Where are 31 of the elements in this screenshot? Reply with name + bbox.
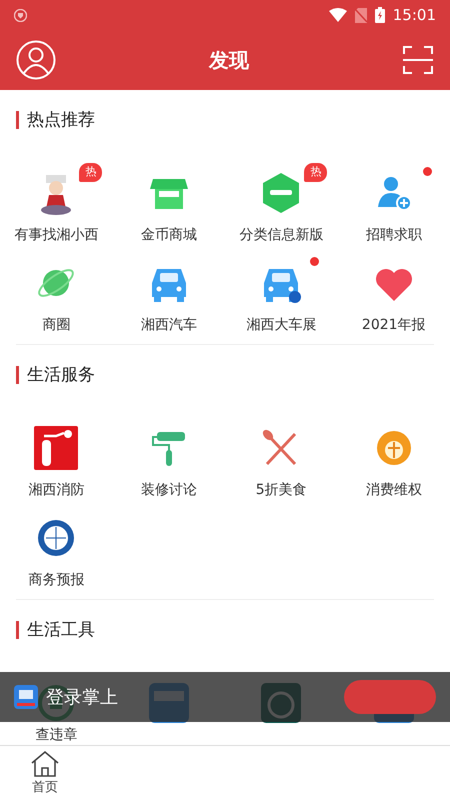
- shield-icon: [14, 8, 27, 22]
- battery-icon: [374, 7, 385, 23]
- hot-tag: 热: [79, 163, 102, 182]
- feature-link[interactable]: 湘西消防: [28, 480, 84, 501]
- wifi-icon: [328, 8, 347, 22]
- no-sim-icon: [354, 8, 367, 22]
- tab[interactable]: 首页: [0, 746, 90, 800]
- scan-icon[interactable]: [402, 44, 434, 76]
- feature-link[interactable]: 2021年报: [362, 315, 426, 336]
- feature-link[interactable]: 查违章: [35, 727, 78, 744]
- feature-link[interactable]: 招聘求职: [366, 225, 422, 246]
- section-title: 热点推荐: [16, 111, 434, 129]
- section-title: 生活工具: [16, 621, 434, 639]
- app-logo-icon: [14, 685, 38, 709]
- feature-link[interactable]: 商务预报: [28, 570, 84, 591]
- feature-link[interactable]: 金币商城: [140, 225, 197, 246]
- feature-link[interactable]: 有事找湘小西: [14, 225, 98, 246]
- login-prompt: 登录掌上: [46, 686, 118, 710]
- feature-link[interactable]: 商圈: [42, 315, 70, 336]
- feature-link[interactable]: 消费维权: [366, 480, 422, 501]
- home-icon: [30, 750, 60, 778]
- avatar-icon[interactable]: [16, 40, 56, 80]
- feature-link[interactable]: 湘西大车展: [246, 315, 316, 336]
- feature-link[interactable]: 湘西汽车: [140, 315, 197, 336]
- section-title: 生活服务: [16, 366, 434, 384]
- hot-tag: 热: [304, 163, 328, 182]
- page-title: 发现: [209, 47, 249, 74]
- feature-link[interactable]: 分类信息新版: [239, 225, 324, 246]
- feature-link[interactable]: 5折美食: [256, 480, 307, 501]
- feature-link[interactable]: 装修讨论: [140, 480, 197, 501]
- clock: 15:01: [392, 4, 436, 26]
